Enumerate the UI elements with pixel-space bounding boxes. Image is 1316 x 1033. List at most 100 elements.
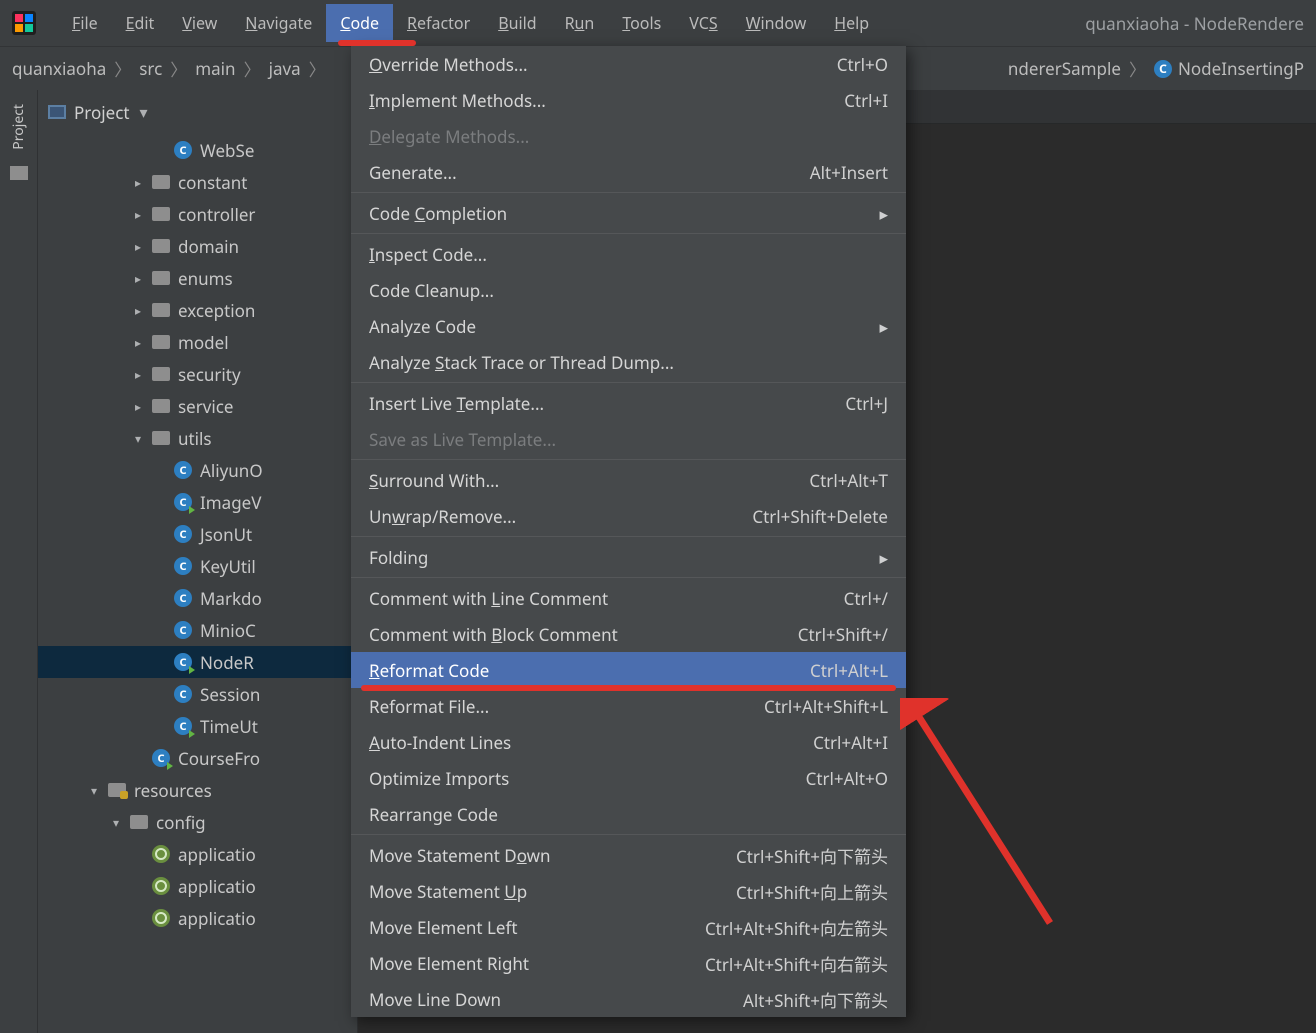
menu-item[interactable]: Inspect Code... bbox=[351, 236, 906, 272]
menu-item[interactable]: Implement Methods...Ctrl+I bbox=[351, 82, 906, 118]
breadcrumb-label: ndererSample bbox=[1008, 57, 1121, 80]
menu-item[interactable]: Reformat CodeCtrl+Alt+L bbox=[351, 652, 906, 688]
menubar-item-view[interactable]: View bbox=[168, 4, 231, 42]
tree-item[interactable]: ▸applicatio bbox=[38, 838, 357, 870]
tree-item[interactable]: ▸CKeyUtil bbox=[38, 550, 357, 582]
menu-item[interactable]: Rearrange Code bbox=[351, 796, 906, 832]
chevron-right-icon[interactable]: ▸ bbox=[132, 270, 144, 287]
tree-item[interactable]: ▸controller bbox=[38, 198, 357, 230]
tree-item[interactable]: ▸ enums bbox=[38, 262, 357, 294]
tree-item-label: config bbox=[156, 811, 206, 834]
tree-item[interactable]: ▾utils bbox=[38, 422, 357, 454]
menubar-item-file[interactable]: File bbox=[58, 4, 112, 42]
tree-item[interactable]: ▸constant bbox=[38, 166, 357, 198]
tree-item[interactable]: ▸CMinioC bbox=[38, 614, 357, 646]
breadcrumb-item[interactable]: src bbox=[139, 57, 162, 80]
menubar-item-edit[interactable]: Edit bbox=[112, 4, 169, 42]
chevron-right-icon[interactable]: ▸ bbox=[132, 334, 144, 351]
menu-item-shortcut: Alt+Insert bbox=[810, 161, 888, 184]
menubar-item-tools[interactable]: Tools bbox=[608, 4, 675, 42]
class-icon: C bbox=[174, 685, 192, 703]
tree-item[interactable]: ▸service bbox=[38, 390, 357, 422]
menu-separator bbox=[351, 577, 906, 578]
menu-item-label: Surround With... bbox=[369, 469, 499, 492]
tree-item[interactable]: ▸applicatio bbox=[38, 902, 357, 934]
class-run-icon: C bbox=[174, 653, 192, 671]
breadcrumb-item[interactable]: main bbox=[195, 57, 235, 80]
menu-item[interactable]: Unwrap/Remove...Ctrl+Shift+Delete bbox=[351, 498, 906, 534]
tree-item[interactable]: ▾ config bbox=[38, 806, 357, 838]
folder-icon bbox=[152, 431, 170, 445]
menu-item[interactable]: Analyze Stack Trace or Thread Dump... bbox=[351, 344, 906, 380]
tree-item[interactable]: ▾resources bbox=[38, 774, 357, 806]
menu-item[interactable]: Generate...Alt+Insert bbox=[351, 154, 906, 190]
menubar-item-refactor[interactable]: Refactor bbox=[393, 4, 484, 42]
annotation-red-underline-menubar bbox=[338, 40, 416, 46]
menu-item[interactable]: Override Methods...Ctrl+O bbox=[351, 46, 906, 82]
tree-item[interactable]: ▸CCourseFro bbox=[38, 742, 357, 774]
chevron-right-icon[interactable]: ▸ bbox=[132, 238, 144, 255]
menu-item[interactable]: Analyze Code▸ bbox=[351, 308, 906, 344]
menu-item[interactable]: Surround With...Ctrl+Alt+T bbox=[351, 462, 906, 498]
tree-item[interactable]: ▸security bbox=[38, 358, 357, 390]
tree-item[interactable]: ▸exception bbox=[38, 294, 357, 326]
tree-item[interactable]: ▸CAliyunO bbox=[38, 454, 357, 486]
menu-item-shortcut: Ctrl+I bbox=[844, 89, 888, 112]
menu-item[interactable]: Move Line DownAlt+Shift+向下箭头 bbox=[351, 981, 906, 1017]
tree-item[interactable]: ▸applicatio bbox=[38, 870, 357, 902]
chevron-down-icon[interactable]: ▾ bbox=[140, 101, 148, 123]
menubar-item-navigate[interactable]: Navigate bbox=[231, 4, 326, 42]
tree-item[interactable]: ▸model bbox=[38, 326, 357, 358]
tree-item-label: domain bbox=[178, 235, 239, 258]
breadcrumb-item[interactable]: quanxiaoha bbox=[12, 57, 106, 80]
chevron-down-icon[interactable]: ▾ bbox=[88, 782, 100, 799]
project-tree[interactable]: ▸CWebSe▸constant▸controller▸domain▸enums… bbox=[38, 130, 357, 934]
tree-item[interactable]: ▸CMarkdo bbox=[38, 582, 357, 614]
chevron-down-icon[interactable]: ▾ bbox=[110, 814, 122, 831]
menu-item[interactable]: Code Completion▸ bbox=[351, 195, 906, 231]
tree-item[interactable]: ▸CNodeR bbox=[38, 646, 357, 678]
menu-item[interactable]: Move Element RightCtrl+Alt+Shift+向右箭头 bbox=[351, 945, 906, 981]
tree-item[interactable]: ▸CSession bbox=[38, 678, 357, 710]
menu-item[interactable]: Insert Live Template...Ctrl+J bbox=[351, 385, 906, 421]
menubar-item-help[interactable]: Help bbox=[820, 4, 883, 42]
tool-tab-project[interactable]: Project bbox=[7, 98, 30, 156]
menubar-item-window[interactable]: Window bbox=[732, 4, 821, 42]
menu-item-label: Inspect Code... bbox=[369, 243, 487, 266]
menu-item[interactable]: Comment with Line CommentCtrl+/ bbox=[351, 580, 906, 616]
breadcrumb-tail-item[interactable]: C NodeInsertingP bbox=[1154, 57, 1304, 80]
menu-item[interactable]: Move Statement UpCtrl+Shift+向上箭头 bbox=[351, 873, 906, 909]
tool-tab-icon[interactable] bbox=[10, 166, 28, 180]
menubar-item-run[interactable]: Run bbox=[551, 4, 609, 42]
tree-item[interactable]: ▸CTimeUt bbox=[38, 710, 357, 742]
tree-item[interactable]: ▸CImageV bbox=[38, 486, 357, 518]
menubar-item-code[interactable]: Code bbox=[326, 4, 393, 42]
menu-item[interactable]: Code Cleanup... bbox=[351, 272, 906, 308]
menu-item[interactable]: Comment with Block CommentCtrl+Shift+/ bbox=[351, 616, 906, 652]
chevron-right-icon[interactable]: ▸ bbox=[132, 206, 144, 223]
chevron-right-icon[interactable]: ▸ bbox=[132, 398, 144, 415]
menubar-item-build[interactable]: Build bbox=[484, 4, 550, 42]
menu-item-shortcut: Ctrl+Shift+向下箭头 bbox=[736, 843, 888, 868]
folder-icon bbox=[152, 239, 170, 253]
menu-item[interactable]: Folding▸ bbox=[351, 539, 906, 575]
class-run-icon: C bbox=[174, 493, 192, 511]
project-tree-header[interactable]: Project ▾ bbox=[38, 94, 357, 130]
menu-item[interactable]: Optimize ImportsCtrl+Alt+O bbox=[351, 760, 906, 796]
menu-item[interactable]: Move Statement DownCtrl+Shift+向下箭头 bbox=[351, 837, 906, 873]
breadcrumb-tail-item[interactable]: ndererSample bbox=[1008, 57, 1121, 80]
breadcrumb-item[interactable]: java bbox=[269, 57, 301, 80]
menu-item[interactable]: Auto-Indent LinesCtrl+Alt+I bbox=[351, 724, 906, 760]
tree-item[interactable]: ▸ domain bbox=[38, 230, 357, 262]
chevron-right-icon[interactable]: ▸ bbox=[132, 302, 144, 319]
menu-item[interactable]: Reformat File...Ctrl+Alt+Shift+L bbox=[351, 688, 906, 724]
folder-icon bbox=[152, 367, 170, 381]
chevron-right-icon[interactable]: ▸ bbox=[132, 366, 144, 383]
tree-item-label: enums bbox=[178, 267, 233, 290]
menu-item[interactable]: Move Element LeftCtrl+Alt+Shift+向左箭头 bbox=[351, 909, 906, 945]
tree-item[interactable]: ▸CJsonUt bbox=[38, 518, 357, 550]
chevron-down-icon[interactable]: ▾ bbox=[132, 430, 144, 447]
tree-item[interactable]: ▸CWebSe bbox=[38, 134, 357, 166]
chevron-right-icon[interactable]: ▸ bbox=[132, 174, 144, 191]
menubar-item-vcs[interactable]: VCS bbox=[675, 4, 731, 42]
